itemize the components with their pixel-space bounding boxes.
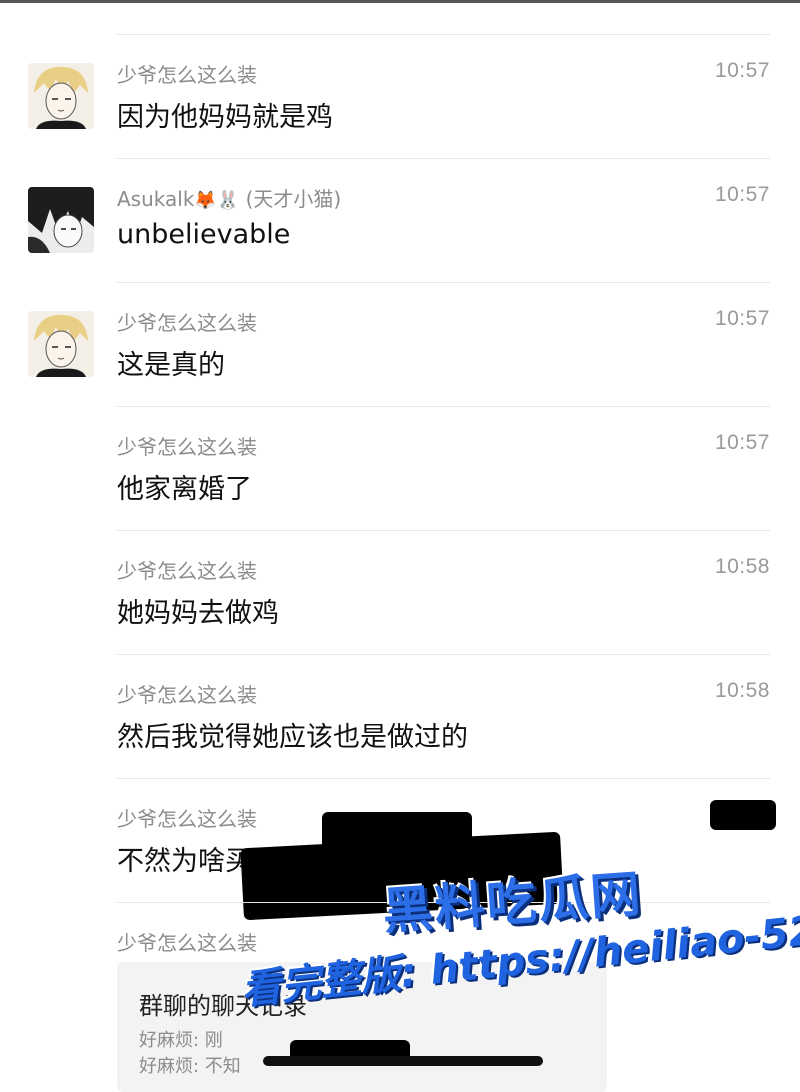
message-row[interactable]: 少爷怎么这么装 10:57 因为他妈妈就是鸡 <box>0 35 800 159</box>
sender-name[interactable]: 少爷怎么这么装 <box>117 59 257 88</box>
message-row[interactable]: 少爷怎么这么装 10:57 这是真的 <box>0 283 800 407</box>
message-time: 10:57 <box>714 307 770 330</box>
message-text[interactable]: 他家离婚了 <box>117 467 252 506</box>
message-text[interactable]: 她妈妈去做鸡 <box>117 591 279 630</box>
home-indicator[interactable] <box>263 1056 543 1066</box>
sender-name[interactable]: 少爷怎么这么装 <box>117 555 257 584</box>
message-time: 10:58 <box>714 679 770 702</box>
sender-name[interactable]: 少爷怎么这么装 <box>117 803 257 832</box>
sender-name[interactable]: Asukalk🦊🐰 (天才小猫) <box>117 183 341 212</box>
chat-record-line: 好麻烦: 刚 <box>139 1030 223 1051</box>
sender-name[interactable]: 少爷怎么这么装 <box>117 431 257 460</box>
chat-record-line: 好麻烦: 不知 <box>139 1056 241 1077</box>
message-row[interactable]: Asukalk🦊🐰 (天才小猫) 10:57 unbelievable <box>0 159 800 283</box>
message-row[interactable]: 少爷怎么这么装 10:57 他家离婚了 <box>0 407 800 531</box>
message-time: 10:57 <box>714 431 770 454</box>
message-text[interactable]: 然后我觉得她应该也是做过的 <box>117 715 468 754</box>
message-row[interactable]: 少爷怎么这么装 10:58 然后我觉得她应该也是做过的 <box>0 655 800 779</box>
blond-avatar[interactable] <box>28 311 94 377</box>
message-time: 10:57 <box>714 59 770 82</box>
sender-name[interactable]: 少爷怎么这么装 <box>117 679 257 708</box>
message-row[interactable]: 少爷怎么这么装 10:58 她妈妈去做鸡 <box>0 531 800 655</box>
redaction-mark <box>710 800 776 830</box>
message-time: 10:57 <box>714 183 770 206</box>
dark-hair-avatar[interactable] <box>28 187 94 253</box>
sender-name[interactable]: 少爷怎么这么装 <box>117 307 257 336</box>
fox-rabbit-emoji-icon: 🦊🐰 <box>194 190 240 211</box>
top-divider <box>0 0 800 3</box>
sender-alias: (天才小猫) <box>245 187 342 211</box>
sender-name[interactable]: 少爷怎么这么装 <box>117 927 257 956</box>
blond-avatar[interactable] <box>28 63 94 129</box>
message-text[interactable]: 这是真的 <box>117 343 225 382</box>
message-text[interactable]: 因为他妈妈就是鸡 <box>117 95 333 134</box>
sender-nickname: Asukalk <box>117 187 195 211</box>
message-time: 10:58 <box>714 555 770 578</box>
message-text[interactable]: unbelievable <box>117 219 290 250</box>
